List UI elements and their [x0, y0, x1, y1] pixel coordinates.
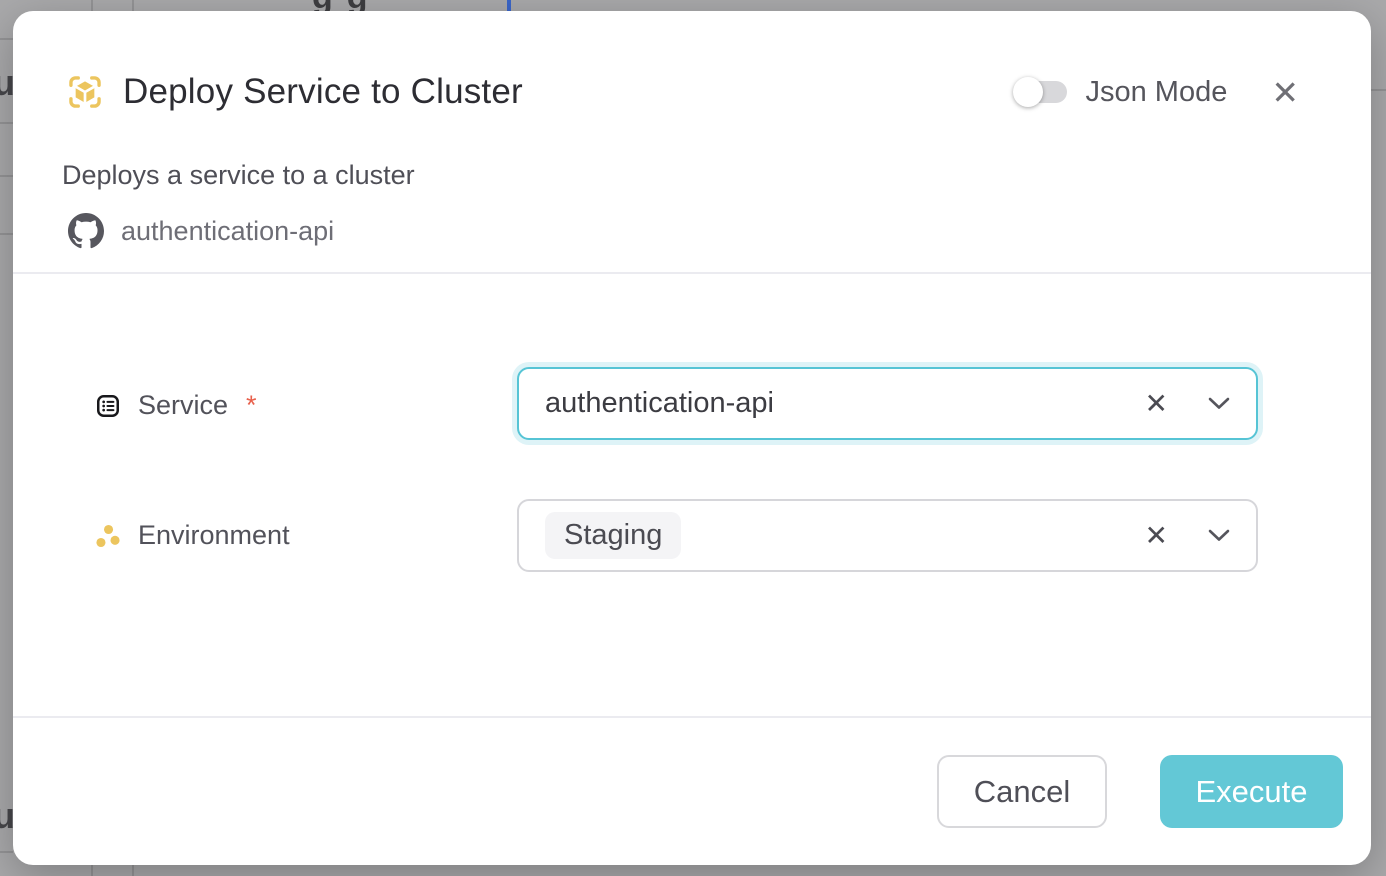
repo-name: authentication-api [121, 216, 334, 247]
dialog-header: Deploy Service to Cluster Json Mode ✕ [67, 68, 1299, 116]
service-field-label: Service * [95, 390, 257, 421]
backdrop-row-line [0, 851, 13, 853]
cancel-button[interactable]: Cancel [937, 755, 1107, 828]
backdrop-row-line [0, 175, 13, 177]
footer-divider [13, 716, 1371, 718]
chevron-down-icon[interactable] [1208, 397, 1230, 410]
backdrop-row-line [0, 38, 13, 40]
clear-icon[interactable]: ✕ [1145, 522, 1168, 550]
header-divider [13, 272, 1371, 274]
toggle-knob [1013, 77, 1043, 107]
backdrop-row-line [0, 233, 13, 235]
close-icon[interactable]: ✕ [1271, 76, 1299, 109]
execute-button[interactable]: Execute [1160, 755, 1343, 828]
json-mode-label: Json Mode [1085, 76, 1227, 109]
page-title: Deploy Service to Cluster [123, 72, 523, 112]
service-label: Service [138, 390, 228, 421]
environment-label: Environment [138, 520, 290, 551]
github-icon [68, 213, 104, 249]
repo-row: authentication-api [68, 213, 334, 249]
backdrop-row-line [1371, 89, 1386, 91]
backdrop-row-line [0, 122, 13, 124]
cube-scan-icon [67, 74, 103, 110]
deploy-service-dialog: Deploy Service to Cluster Json Mode ✕ De… [13, 11, 1371, 865]
header-actions: Json Mode ✕ [1015, 76, 1299, 109]
dots-triangle-icon [95, 523, 121, 549]
chevron-down-icon[interactable] [1208, 529, 1230, 542]
required-asterisk: * [246, 390, 257, 421]
json-mode-toggle[interactable] [1015, 81, 1067, 103]
service-value: authentication-api [545, 387, 774, 420]
environment-value-chip: Staging [545, 512, 681, 559]
dialog-description: Deploys a service to a cluster [62, 160, 415, 191]
environment-field-label: Environment [95, 520, 290, 551]
list-icon [95, 393, 121, 419]
clear-icon[interactable]: ✕ [1145, 390, 1168, 418]
environment-select[interactable]: Staging ✕ [517, 499, 1258, 572]
service-select[interactable]: authentication-api ✕ [517, 367, 1258, 440]
